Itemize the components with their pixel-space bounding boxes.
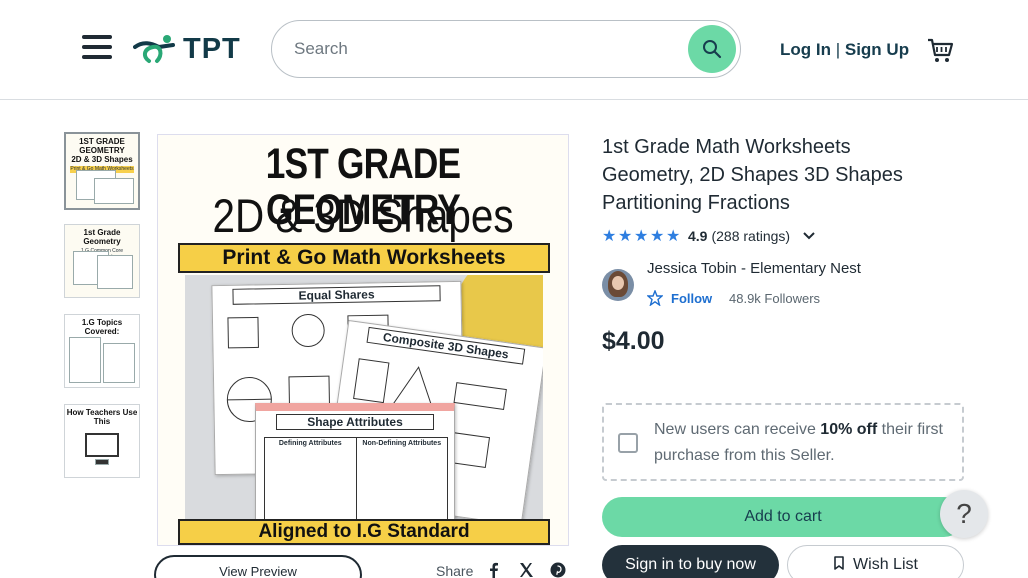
thumbnail-sheet bbox=[97, 255, 133, 289]
product-price: $4.00 bbox=[602, 327, 665, 355]
thumbnail-title: 1ST GRADE GEOMETRY 2D & 3D Shapes bbox=[71, 137, 133, 164]
pinterest-icon[interactable] bbox=[550, 562, 566, 578]
thumbnail-title: 1.G Topics Covered: bbox=[81, 318, 123, 336]
promo-discount: 10% off bbox=[820, 421, 878, 438]
logo-text: TPT bbox=[183, 32, 241, 65]
wish-list-label: Wish List bbox=[853, 556, 918, 573]
attributes-col-nondefining: Non-Defining Attributes bbox=[362, 440, 442, 447]
facebook-icon[interactable] bbox=[486, 562, 502, 578]
bookmark-icon bbox=[834, 556, 844, 570]
star-icon: ★ bbox=[650, 227, 665, 245]
promo-checkbox[interactable] bbox=[618, 433, 638, 453]
worksheet-heading: Equal Shares bbox=[232, 285, 441, 305]
thumbnail-monitor bbox=[85, 433, 119, 457]
followers-count: 48.9k Followers bbox=[729, 291, 821, 306]
product-title: 1st Grade Math Worksheets Geometry, 2D S… bbox=[602, 136, 903, 214]
follow-button[interactable]: Follow bbox=[647, 290, 712, 306]
promo-box: New users can receive 10% off their firs… bbox=[602, 403, 964, 481]
add-to-cart-button[interactable]: Add to cart bbox=[602, 497, 964, 537]
star-icon: ★ bbox=[666, 227, 681, 245]
search-icon bbox=[703, 40, 722, 59]
star-icon: ★ bbox=[634, 227, 649, 245]
share-label: Share bbox=[436, 563, 474, 578]
view-preview-button[interactable]: View Preview bbox=[154, 555, 362, 578]
thumbnail-3[interactable]: 1.G Topics Covered: bbox=[64, 314, 140, 388]
star-icon: ★ bbox=[602, 227, 617, 245]
auth-separator: | bbox=[830, 40, 845, 59]
cart-icon bbox=[928, 38, 954, 62]
tpt-logo[interactable]: TPT bbox=[133, 30, 249, 68]
tpt-logo-icon bbox=[133, 35, 175, 63]
thumbnail-title: How Teachers Use This bbox=[66, 408, 138, 426]
search-button[interactable] bbox=[688, 25, 736, 73]
cart-button[interactable] bbox=[926, 36, 954, 64]
thumbnail-stand bbox=[95, 459, 109, 465]
login-link[interactable]: Log In bbox=[780, 40, 831, 59]
follow-label: Follow bbox=[671, 290, 713, 306]
thumbnail-1[interactable]: 1ST GRADE GEOMETRY 2D & 3D Shapes Print … bbox=[64, 132, 140, 210]
seller-name[interactable]: Jessica Tobin - Elementary Nest bbox=[647, 260, 861, 277]
main-product-image[interactable]: 1ST GRADE GEOMETRY 2D & 3D Shapes Print … bbox=[157, 134, 569, 546]
help-icon: ? bbox=[956, 498, 972, 529]
thumbnail-title: 1st Grade Geometry bbox=[83, 228, 121, 246]
attributes-col-defining: Defining Attributes bbox=[265, 438, 357, 519]
rating-value: 4.9 bbox=[688, 228, 708, 244]
search-bar bbox=[271, 20, 741, 78]
thumbnail-4[interactable]: How Teachers Use This bbox=[64, 404, 140, 478]
x-icon[interactable] bbox=[518, 562, 534, 578]
thumbnail-sheet bbox=[69, 337, 101, 383]
attributes-table: Defining Attributes Non-Defining Attribu… bbox=[264, 437, 448, 519]
rating-count: (288 ratings) bbox=[711, 228, 791, 244]
wish-list-button[interactable]: Wish List bbox=[787, 545, 964, 578]
sign-in-to-buy-button[interactable]: Sign in to buy now bbox=[602, 545, 779, 578]
search-input[interactable] bbox=[294, 35, 694, 63]
worksheet-shape-attributes: Shape Attributes Defining Attributes Non… bbox=[255, 403, 455, 519]
menu-icon[interactable] bbox=[82, 35, 112, 61]
image-title-line2: 2D & 3D Shapes bbox=[212, 189, 514, 242]
image-photo: Equal Shares Composite 3D Shapes Shape A… bbox=[185, 275, 543, 519]
image-band: Print & Go Math Worksheets bbox=[178, 243, 550, 273]
signup-link[interactable]: Sign Up bbox=[845, 40, 909, 59]
follow-star-icon bbox=[647, 290, 663, 306]
product-rating[interactable]: ★ ★ ★ ★ ★ 4.9 (288 ratings) bbox=[602, 226, 816, 246]
star-icon: ★ bbox=[618, 227, 633, 245]
site-header: TPT Log In | Sign Up bbox=[0, 0, 1028, 100]
seller-avatar[interactable] bbox=[602, 269, 634, 301]
promo-text: New users can receive 10% off their firs… bbox=[654, 417, 949, 469]
thumbnail-sheet bbox=[103, 343, 135, 383]
auth-links: Log In | Sign Up bbox=[780, 40, 909, 60]
thumbnail-sheet bbox=[94, 178, 134, 204]
promo-text-before: New users can receive bbox=[654, 421, 821, 438]
avatar-face bbox=[612, 276, 624, 290]
help-button[interactable]: ? bbox=[940, 490, 988, 538]
thumbnail-2[interactable]: 1st Grade Geometry 1.G Common Core Works… bbox=[64, 224, 140, 298]
image-bottom-band: Aligned to I.G Standard bbox=[178, 519, 550, 545]
chevron-down-icon[interactable] bbox=[802, 231, 816, 241]
worksheet-heading: Shape Attributes bbox=[276, 414, 434, 430]
